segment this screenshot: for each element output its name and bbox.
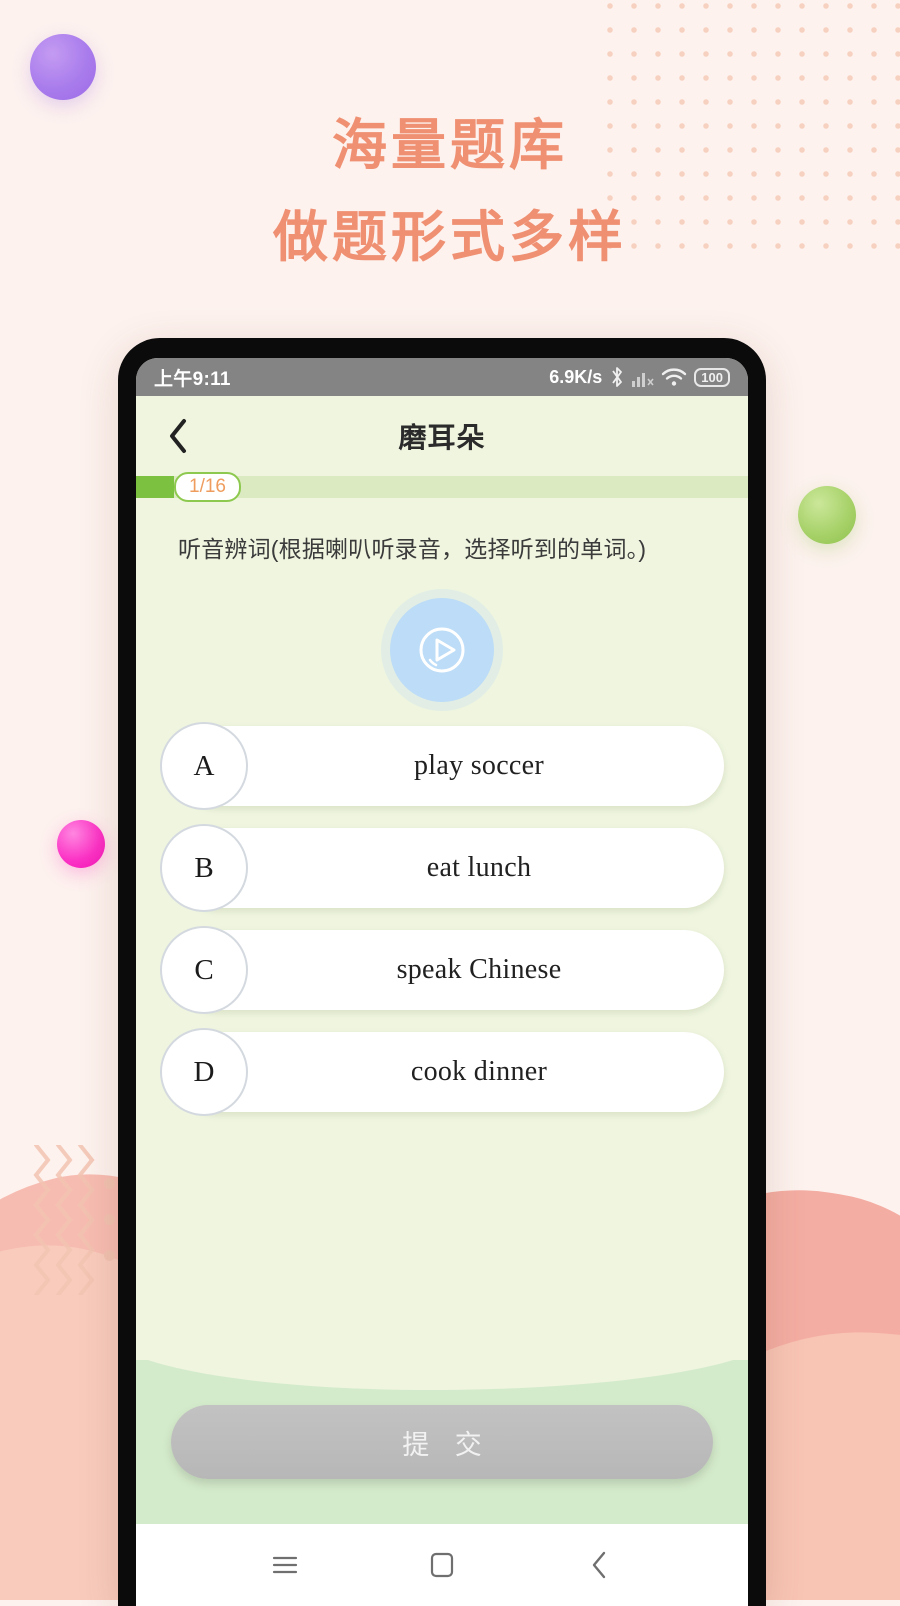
option-text: eat lunch: [426, 852, 532, 883]
play-circle-icon: [419, 627, 465, 673]
option-text: play soccer: [413, 750, 544, 781]
app-header: 磨耳朵: [136, 396, 748, 476]
purple-orb-decoration: [30, 34, 96, 100]
phone-screen: 上午9:11 6.9K/s 100 磨耳朵 1/16 听音辨词(根据喇叭听录音，…: [136, 358, 748, 1606]
play-audio-button[interactable]: [390, 598, 494, 702]
answer-option-c[interactable]: speak Chinese C: [160, 926, 724, 1014]
pink-orb-decoration: [57, 820, 105, 868]
option-pill: play soccer: [178, 726, 724, 806]
answer-option-d[interactable]: cook dinner D: [160, 1028, 724, 1116]
headline-line-1: 海量题库: [331, 115, 568, 176]
footer-wave-shape: [136, 1334, 748, 1390]
option-text: cook dinner: [410, 1056, 548, 1087]
green-orb-decoration: [798, 486, 856, 544]
submit-footer: 提 交: [136, 1334, 748, 1524]
back-button[interactable]: [156, 414, 200, 458]
hamburger-menu-icon[interactable]: [255, 1535, 315, 1595]
answer-option-a[interactable]: play soccer A: [160, 722, 724, 810]
promo-headline: 海量题库 做题形式多样: [0, 100, 900, 284]
answer-options-list: play soccer A eat lunch B speak Chinese …: [136, 722, 748, 1134]
status-bar: 上午9:11 6.9K/s 100: [136, 358, 748, 396]
option-letter: A: [160, 722, 248, 810]
option-pill: speak Chinese: [178, 930, 724, 1010]
bluetooth-icon: [609, 366, 625, 388]
option-text: speak Chinese: [396, 954, 562, 985]
nav-back-chevron-icon[interactable]: [569, 1535, 629, 1595]
square-home-icon[interactable]: [412, 1535, 472, 1595]
phone-mockup: 上午9:11 6.9K/s 100 磨耳朵 1/16 听音辨词(根据喇叭听录音，…: [118, 338, 766, 1606]
wifi-icon: [661, 367, 687, 387]
status-bar-time: 上午9:11: [154, 368, 231, 390]
option-pill: eat lunch: [178, 828, 724, 908]
zigzag-decoration: [33, 1145, 95, 1295]
network-speed-label: 6.9K/s: [549, 366, 603, 387]
option-letter: D: [160, 1028, 248, 1116]
option-pill: cook dinner: [178, 1032, 724, 1112]
question-prompt: 听音辨词(根据喇叭听录音，选择听到的单词。): [178, 536, 647, 562]
answer-option-b[interactable]: eat lunch B: [160, 824, 724, 912]
headline-line-2: 做题形式多样: [272, 207, 627, 268]
signal-bars-icon: [632, 367, 654, 387]
submit-button[interactable]: 提 交: [171, 1405, 713, 1479]
progress-fill: [136, 476, 175, 498]
android-nav-bar: [136, 1524, 748, 1606]
progress-counter-badge: 1/16: [174, 472, 241, 502]
battery-indicator: 100: [694, 367, 730, 387]
quiz-progress-bar: 1/16: [136, 472, 748, 502]
audio-player-area: [136, 564, 748, 726]
option-letter: C: [160, 926, 248, 1014]
page-title: 磨耳朵: [398, 422, 486, 453]
option-letter: B: [160, 824, 248, 912]
zigzag-dots-decoration: [104, 1178, 115, 1286]
status-bar-icons: 6.9K/s 100: [549, 366, 730, 388]
